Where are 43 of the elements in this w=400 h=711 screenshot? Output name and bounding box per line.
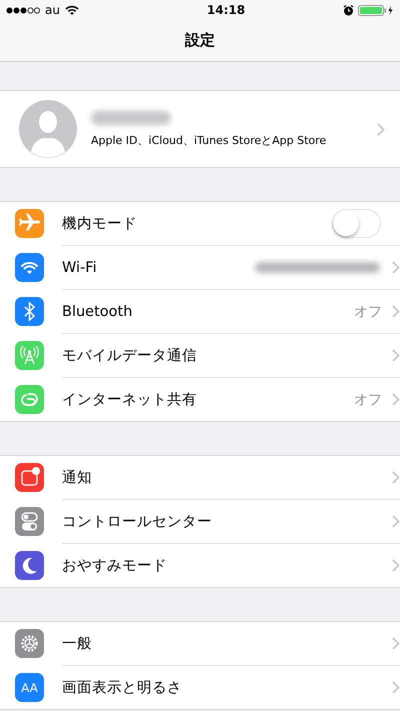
carrier-name: au [45, 3, 60, 17]
wifi-icon [64, 5, 79, 15]
row-label: 機内モード [62, 215, 138, 233]
row-label: 画面表示と明るさ [62, 679, 183, 697]
row-value: オフ [354, 390, 382, 408]
row-label: 一般 [62, 635, 93, 653]
avatar-icon [19, 100, 77, 158]
settings-row[interactable]: 機内モード [0, 202, 400, 245]
account-subtitle: Apple ID、iCloud、iTunes StoreとApp Store [91, 132, 328, 148]
row-value: オフ [354, 302, 382, 320]
settings-row[interactable]: 通知 [0, 456, 400, 499]
page-title: 設定 [185, 31, 215, 50]
row-label: おやすみモード [62, 557, 168, 575]
battery-icon [358, 4, 394, 16]
row-label: 通知 [62, 469, 93, 487]
settings-row[interactable]: 一般 [0, 622, 400, 665]
row-label: コントロールセンター [62, 513, 213, 531]
settings-row[interactable]: インターネット共有 オフ [62, 377, 400, 421]
profile-row[interactable]: Apple ID、iCloud、iTunes StoreとApp Store [0, 90, 400, 168]
row-label: モバイルデータ通信 [62, 347, 198, 365]
chevron-icon [392, 681, 400, 694]
chevron-icon [392, 559, 400, 572]
clock-time: 14:18 [206, 3, 246, 17]
chevron-icon [392, 349, 400, 362]
row-label: Wi-Fi [62, 260, 98, 276]
chevron-icon [392, 471, 400, 484]
text-size-icon: AA [15, 673, 44, 702]
settings-row[interactable]: おやすみモード [62, 543, 400, 587]
chevron-icon [392, 637, 400, 650]
settings-row[interactable]: コントロールセンター [62, 499, 400, 543]
alarm-clock-icon [342, 4, 354, 16]
chevron-icon [392, 515, 400, 528]
settings-row[interactable]: Bluetooth オフ [62, 289, 400, 333]
chevron-icon [377, 122, 385, 136]
chevron-icon [392, 393, 400, 406]
row-label: インターネット共有 [62, 391, 198, 409]
settings-row[interactable]: モバイルデータ通信 [62, 333, 400, 377]
row-label: Bluetooth [62, 304, 134, 320]
signal-icon [6, 6, 40, 14]
settings-row[interactable]: Wi-Fi [62, 245, 400, 289]
toggle-switch[interactable] [332, 209, 381, 238]
chevron-icon [392, 261, 400, 274]
chevron-icon [392, 305, 400, 318]
